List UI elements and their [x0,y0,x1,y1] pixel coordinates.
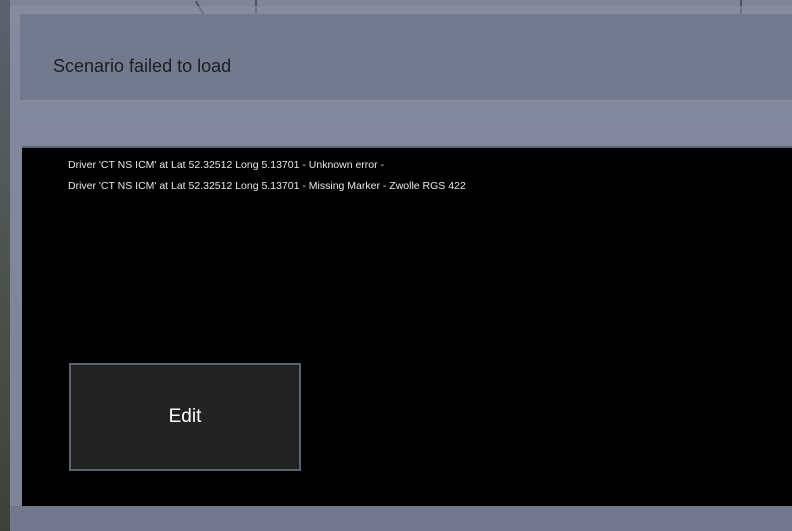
error-message: Driver 'CT NS ICM' at Lat 52.32512 Long … [68,180,466,192]
background-edge [0,0,10,531]
error-message: Driver 'CT NS ICM' at Lat 52.32512 Long … [68,159,385,171]
dialog-header: Scenario failed to load [20,14,792,101]
dialog-bottom-strip [10,506,792,531]
edit-button[interactable]: Edit [69,363,301,471]
dialog-title: Scenario failed to load [53,56,232,76]
edit-button-label: Edit [168,406,202,427]
